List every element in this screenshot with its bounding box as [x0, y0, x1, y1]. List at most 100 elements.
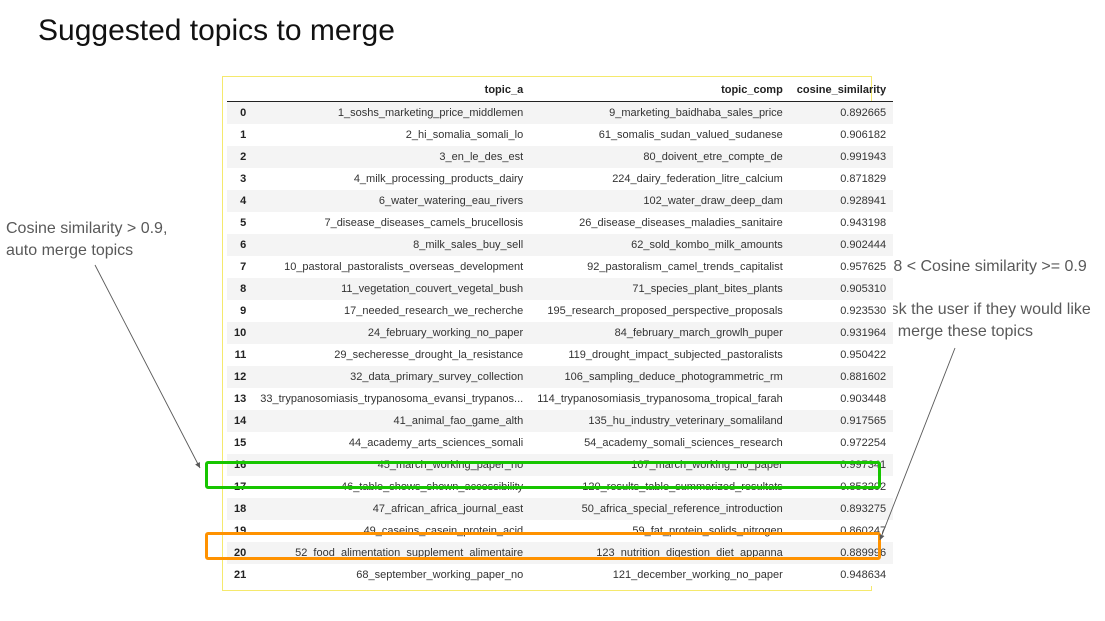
row-topic-a: 1_soshs_marketing_price_middlemen — [253, 102, 530, 124]
slide: Suggested topics to merge Cosine similar… — [0, 0, 1105, 621]
row-topic-comp: 121_december_working_no_paper — [530, 564, 790, 586]
row-topic-a: 32_data_primary_survey_collection — [253, 366, 530, 388]
row-topic-a: 2_hi_somalia_somali_lo — [253, 124, 530, 146]
row-topic-comp: 224_dairy_federation_litre_calcium — [530, 168, 790, 190]
row-topic-comp: 106_sampling_deduce_photogrammetric_rm — [530, 366, 790, 388]
row-cosine: 0.906182 — [790, 124, 893, 146]
table-row: 1746_table_shows_shown_accessibility120_… — [227, 476, 893, 498]
row-cosine: 0.972254 — [790, 432, 893, 454]
row-topic-comp: 195_research_proposed_perspective_propos… — [530, 300, 790, 322]
row-cosine: 0.997341 — [790, 454, 893, 476]
row-index: 7 — [227, 256, 253, 278]
row-topic-a: 8_milk_sales_buy_sell — [253, 234, 530, 256]
annotation-right-line3: to merge these topics — [880, 323, 1033, 340]
row-topic-a: 7_disease_diseases_camels_brucellosis — [253, 212, 530, 234]
row-cosine: 0.902444 — [790, 234, 893, 256]
row-topic-a: 17_needed_research_we_recherche — [253, 300, 530, 322]
annotation-right-line1: 0.8 < Cosine similarity >= 0.9 — [880, 258, 1087, 275]
row-topic-a: 10_pastoral_pastoralists_overseas_develo… — [253, 256, 530, 278]
row-index: 0 — [227, 102, 253, 124]
row-index: 3 — [227, 168, 253, 190]
row-cosine: 0.991943 — [790, 146, 893, 168]
row-topic-a: 11_vegetation_couvert_vegetal_bush — [253, 278, 530, 300]
row-topic-comp: 26_disease_diseases_maladies_sanitaire — [530, 212, 790, 234]
row-index: 11 — [227, 344, 253, 366]
row-topic-a: 29_secheresse_drought_la_resistance — [253, 344, 530, 366]
table-row: 46_water_watering_eau_rivers102_water_dr… — [227, 190, 893, 212]
row-topic-comp: 92_pastoralism_camel_trends_capitalist — [530, 256, 790, 278]
annotation-right-line2: Ask the user if they would like — [880, 301, 1091, 318]
annotation-left-line2: auto merge topics — [6, 242, 133, 259]
row-topic-comp: 59_fat_protein_solids_nitrogen — [530, 520, 790, 542]
row-index: 9 — [227, 300, 253, 322]
table-row: 2052_food_alimentation_supplement_alimen… — [227, 542, 893, 564]
row-topic-comp: 119_drought_impact_subjected_pastoralist… — [530, 344, 790, 366]
row-index: 14 — [227, 410, 253, 432]
row-topic-a: 52_food_alimentation_supplement_alimenta… — [253, 542, 530, 564]
table-header-row: topic_a topic_comp cosine_similarity — [227, 81, 893, 102]
row-topic-comp: 102_water_draw_deep_dam — [530, 190, 790, 212]
table-row: 811_vegetation_couvert_vegetal_bush71_sp… — [227, 278, 893, 300]
row-topic-comp: 61_somalis_sudan_valued_sudanese — [530, 124, 790, 146]
row-index: 2 — [227, 146, 253, 168]
table-row: 917_needed_research_we_recherche195_rese… — [227, 300, 893, 322]
table-row: 1949_caseins_casein_protein_acid59_fat_p… — [227, 520, 893, 542]
row-topic-comp: 71_species_plant_bites_plants — [530, 278, 790, 300]
row-cosine: 0.923530 — [790, 300, 893, 322]
row-cosine: 0.903448 — [790, 388, 893, 410]
col-header-topic-comp: topic_comp — [530, 81, 790, 102]
row-topic-a: 4_milk_processing_products_dairy — [253, 168, 530, 190]
row-topic-comp: 135_hu_industry_veterinary_somaliland — [530, 410, 790, 432]
row-index: 15 — [227, 432, 253, 454]
row-topic-a: 41_animal_fao_game_alth — [253, 410, 530, 432]
table-row: 710_pastoral_pastoralists_overseas_devel… — [227, 256, 893, 278]
row-index: 10 — [227, 322, 253, 344]
table-row: 57_disease_diseases_camels_brucellosis26… — [227, 212, 893, 234]
table-row: 2168_september_working_paper_no121_decem… — [227, 564, 893, 586]
row-index: 1 — [227, 124, 253, 146]
row-index: 16 — [227, 454, 253, 476]
merge-table-container: topic_a topic_comp cosine_similarity 01_… — [222, 76, 872, 591]
row-topic-a: 6_water_watering_eau_rivers — [253, 190, 530, 212]
row-topic-a: 49_caseins_casein_protein_acid — [253, 520, 530, 542]
row-topic-comp: 167_march_working_no_paper — [530, 454, 790, 476]
row-cosine: 0.905310 — [790, 278, 893, 300]
table-row: 1441_animal_fao_game_alth135_hu_industry… — [227, 410, 893, 432]
row-cosine: 0.931964 — [790, 322, 893, 344]
col-header-topic-a: topic_a — [253, 81, 530, 102]
table-row: 1024_february_working_no_paper84_februar… — [227, 322, 893, 344]
col-header-index — [227, 81, 253, 102]
row-index: 17 — [227, 476, 253, 498]
table-row: 1333_trypanosomiasis_trypanosoma_evansi_… — [227, 388, 893, 410]
row-topic-comp: 62_sold_kombo_milk_amounts — [530, 234, 790, 256]
row-topic-comp: 84_february_march_growlh_puper — [530, 322, 790, 344]
row-cosine: 0.889996 — [790, 542, 893, 564]
table-row: 1232_data_primary_survey_collection106_s… — [227, 366, 893, 388]
row-cosine: 0.853202 — [790, 476, 893, 498]
row-topic-comp: 80_doivent_etre_compte_de — [530, 146, 790, 168]
row-topic-a: 33_trypanosomiasis_trypanosoma_evansi_tr… — [253, 388, 530, 410]
annotation-left: Cosine similarity > 0.9, auto merge topi… — [6, 218, 216, 261]
table-row: 68_milk_sales_buy_sell62_sold_kombo_milk… — [227, 234, 893, 256]
row-index: 5 — [227, 212, 253, 234]
merge-table: topic_a topic_comp cosine_similarity 01_… — [227, 81, 893, 586]
row-topic-a: 24_february_working_no_paper — [253, 322, 530, 344]
row-topic-a: 44_academy_arts_sciences_somali — [253, 432, 530, 454]
row-cosine: 0.950422 — [790, 344, 893, 366]
table-row: 12_hi_somalia_somali_lo61_somalis_sudan_… — [227, 124, 893, 146]
row-cosine: 0.928941 — [790, 190, 893, 212]
row-index: 12 — [227, 366, 253, 388]
row-topic-comp: 54_academy_somali_sciences_research — [530, 432, 790, 454]
row-index: 21 — [227, 564, 253, 586]
table-row: 34_milk_processing_products_dairy224_dai… — [227, 168, 893, 190]
slide-title: Suggested topics to merge — [38, 14, 395, 48]
row-index: 8 — [227, 278, 253, 300]
row-topic-comp: 123_nutrition_digestion_diet_appanna — [530, 542, 790, 564]
row-topic-a: 45_march_working_paper_no — [253, 454, 530, 476]
col-header-cosine: cosine_similarity — [790, 81, 893, 102]
row-index: 4 — [227, 190, 253, 212]
row-cosine: 0.871829 — [790, 168, 893, 190]
row-cosine: 0.917565 — [790, 410, 893, 432]
row-cosine: 0.860247 — [790, 520, 893, 542]
row-index: 6 — [227, 234, 253, 256]
